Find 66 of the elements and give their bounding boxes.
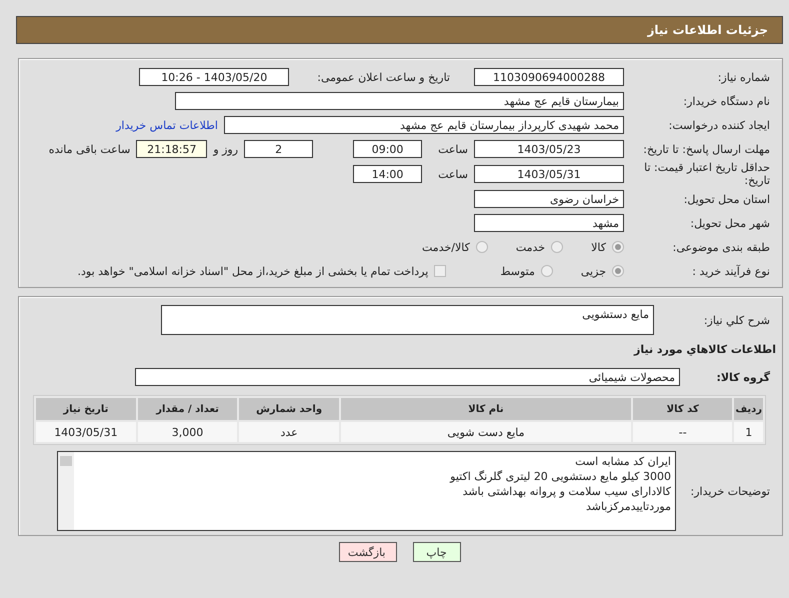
field-label: ساعت — [438, 168, 468, 180]
field-label: ساعت باقی مانده — [48, 142, 130, 156]
field-label: مهلت ارسال پاسخ: تا تاریخ: — [642, 142, 771, 156]
radio-button[interactable] — [551, 241, 564, 253]
field-label: شهر محل تحویل: — [689, 216, 771, 230]
goods-group-field: محصولات شیمیائی — [135, 368, 680, 386]
column-header: نام کالا — [340, 398, 632, 420]
price-date-field: 1403/05/31 — [474, 165, 624, 183]
scrollbar[interactable] — [58, 452, 74, 530]
days-field: 2 — [244, 140, 314, 158]
buyer-org-field: بیمارستان قایم عج مشهد — [175, 92, 624, 110]
field-label: شرح کلي نياز: — [702, 314, 771, 326]
table-cell: مایع دست شویی — [340, 422, 632, 442]
column-header: ردیف — [734, 398, 763, 420]
requester-field: محمد شهیدی کارپرداز بیمارستان قایم عج مشهد — [224, 116, 624, 134]
option-label: جزیی — [580, 264, 606, 278]
table-cell: 1403/05/31 — [36, 422, 136, 442]
radio-button[interactable] — [612, 265, 624, 277]
field-label: شماره نیاز: — [716, 70, 771, 84]
buyer-notes-textarea[interactable]: ایران کد مشابه است 3000 کیلو مایع دستشویی 20 لیتری گلرنگ اکتیو کالادارای سیب سلامت و پروانه بهداشتی باشد موردتاییدمرکزباشد — [57, 451, 676, 531]
field-label: توضیحات خریدار: — [690, 484, 771, 498]
field-label: حداقل تاریخ اعتبار قیمت: تا تاریخ: — [643, 161, 771, 187]
reply-date-field: 1403/05/23 — [474, 140, 624, 158]
field-label: روز و — [213, 142, 238, 156]
field-label: گروه کالا: — [715, 370, 771, 384]
buyer-contact-link[interactable]: اطلاعات تماس خریدار — [116, 118, 218, 132]
print-button[interactable]: چاپ — [412, 542, 460, 562]
field-label: ایجاد کننده درخواست: — [668, 118, 771, 132]
back-button[interactable]: بازگشت — [338, 542, 396, 562]
radio-button[interactable] — [540, 265, 553, 277]
column-header: تاریخ نیاز — [36, 398, 136, 420]
field-label: تاریخ و ساعت اعلان عمومی: — [317, 70, 450, 84]
announce-date-field: 1403/05/20 - 10:26 — [139, 68, 290, 86]
field-label: استان محل تحویل: — [682, 192, 771, 206]
radio-button[interactable] — [612, 241, 624, 253]
column-header: تعداد / مقدار — [138, 398, 238, 420]
field-label: طبقه بندی موضوعی: — [672, 240, 771, 254]
section-heading: اطلاعات كالاهاي مورد نياز — [634, 342, 776, 356]
city-field: مشهد — [474, 214, 624, 232]
table-cell: 3,000 — [138, 422, 238, 442]
checkbox[interactable] — [434, 265, 446, 277]
radio-button[interactable] — [476, 241, 488, 253]
table-cell: -- — [633, 422, 732, 442]
note-line: موردتاییدمرکزباشد — [584, 499, 671, 514]
field-label: نام دستگاه خریدار: — [682, 94, 771, 108]
province-field: خراسان رضوی — [474, 190, 624, 208]
note-line: ایران کد مشابه است — [574, 454, 671, 469]
option-label: متوسط — [500, 264, 535, 278]
option-label: خدمت — [516, 240, 546, 254]
note-line: کالادارای سیب سلامت و پروانه بهداشتی باشد — [462, 484, 671, 499]
note-line: 3000 کیلو مایع دستشویی 20 لیتری گلرنگ اکتیو — [448, 469, 671, 484]
column-header: کد کالا — [633, 398, 732, 420]
reply-time-field: 09:00 — [353, 140, 422, 158]
option-label: کالا — [591, 240, 606, 254]
table-cell: عدد — [239, 422, 339, 442]
remaining-time-field: 21:18:57 — [136, 140, 208, 158]
field-label: ساعت — [438, 142, 468, 156]
field-label: نوع فرآیند خرید : — [691, 264, 771, 278]
column-header: واحد شمارش — [239, 398, 339, 420]
option-label: کالا/خدمت — [422, 240, 470, 254]
price-time-field: 14:00 — [353, 165, 422, 183]
table-cell: 1 — [734, 422, 763, 442]
treasury-payment-label: پرداخت تمام یا بخشی از مبلغ خرید،از محل "اسناد خزانه اسلامی" خواهد بود. — [78, 264, 428, 278]
page-title: جزئیات اطلاعات نیاز — [647, 23, 768, 37]
description-textarea[interactable]: مایع دستشویی — [161, 305, 654, 335]
need-number-field: 1103090694000288 — [474, 68, 624, 86]
